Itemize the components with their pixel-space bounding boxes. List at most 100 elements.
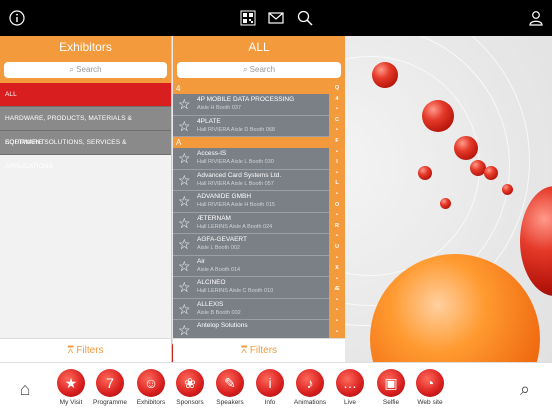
favorite-star-icon[interactable]: ☆ [178,119,192,133]
tab-label: Sponsors [176,399,204,406]
search-input[interactable]: ⌕ Search [4,62,167,78]
person-icon: ☺ [137,369,165,397]
favorite-star-icon[interactable]: ☆ [178,280,192,294]
search-bar: ⌕ Search [173,59,345,83]
home-icon: ⌂ [19,379,31,399]
favorite-star-icon[interactable]: ☆ [178,259,192,273]
index-letter[interactable]: L [329,178,345,189]
index-letter[interactable]: Æ [329,284,345,295]
list-item[interactable]: ☆ Air Aisle A Booth 014 [173,255,329,277]
favorite-star-icon[interactable]: ☆ [178,323,192,337]
favorite-star-icon[interactable]: ☆ [178,151,192,165]
index-dot[interactable]: • [329,147,345,158]
favorite-star-icon[interactable]: ☆ [178,216,192,230]
index-dot[interactable]: • [329,125,345,136]
index-dot[interactable]: • [329,305,345,316]
favorite-star-icon[interactable]: ☆ [178,237,192,251]
info-icon[interactable] [9,10,25,26]
mail-icon[interactable] [268,10,284,26]
tab-my-visit[interactable]: ★ My Visit [51,369,91,413]
index-dot[interactable]: • [329,253,345,264]
favorite-star-icon[interactable]: ☆ [178,302,192,316]
index-letter[interactable]: U [329,242,345,253]
exhibitor-list[interactable]: 4 ☆ 4P MOBILE DATA PROCESSING Aisle H Booth… [173,83,329,338]
pane-title: ALL [173,36,345,59]
exhibitor-name: 4P MOBILE DATA PROCESSING [197,96,295,103]
index-dot[interactable]: • [329,274,345,285]
index-letter[interactable]: O [329,200,345,211]
tab-live[interactable]: … Live [330,369,370,413]
exhibitor-name: ÆTERNAM [197,214,231,222]
filter-icon: ⩞ [240,345,248,356]
index-dot[interactable]: • [329,316,345,327]
tab-selfie[interactable]: ▣ Selfie [371,369,411,413]
tab-home[interactable]: ⌂ [5,369,45,413]
favorite-star-icon[interactable]: ☆ [178,97,192,111]
search-icon[interactable] [297,10,313,26]
exhibitor-name: Air [197,257,205,265]
category-item[interactable]: ALL [0,83,171,107]
index-letter[interactable]: F [329,136,345,147]
list-item[interactable]: ☆ Antelop Solutions [173,320,329,338]
list-item[interactable]: ☆ 4P MOBILE DATA PROCESSING Aisle H Booth … [173,94,329,116]
tab-info[interactable]: i Info [250,369,290,413]
filters-button[interactable]: ⩞ Filters [0,338,171,362]
tab-label: Programme [93,399,127,406]
tab-exhibitors[interactable]: ☺ Exhibitors [131,369,171,413]
section-header: 4 [173,83,329,94]
list-item[interactable]: ☆ AGFA-GEVAERT Aisle L Booth 002 [173,234,329,256]
tab-speakers[interactable]: ✎ Speakers [210,369,250,413]
index-dot[interactable]: • [329,327,345,338]
user-icon[interactable] [528,10,544,26]
index-letter[interactable]: C [329,115,345,126]
index-dot[interactable]: • [329,189,345,200]
exhibitor-location: Aisle A Booth 014 [197,266,241,273]
list-item[interactable]: ☆ Advanced Card Systems Ltd. Hall RIVIERA … [173,169,329,191]
list-item[interactable]: ☆ ÆTERNAM Hall LERINS Aisle A Booth 024 [173,212,329,234]
index-letter[interactable]: R [329,221,345,232]
qr-code-icon[interactable] [240,10,256,26]
exhibitor-location: Aisle H Booth 037 [197,105,242,111]
list-item[interactable]: ☆ ADVANIDE GMBH Hall RIVIERA Aisle H Booth… [173,191,329,213]
list-item[interactable]: ☆ ALCINEO Hall LERINS Aisle C Booth 010 [173,277,329,299]
tab-animations[interactable]: ♪ Animations [290,369,330,413]
index-letter[interactable]: 4 [329,94,345,105]
index-dot[interactable]: • [329,104,345,115]
exhibitor-name: ALCINEO [197,279,226,286]
exhibitor-location: Aisle B Booth 002 [197,309,241,316]
exhibitor-name: Antelop Solutions [197,322,248,329]
tab-web-site[interactable]: ◔ Web site [410,369,450,413]
tab-label: Speakers [216,399,244,406]
tab-label: My Visit [59,399,83,406]
list-item[interactable]: ☆ ALLEXIS Aisle B Booth 002 [173,298,329,320]
tab-label: Exhibitors [136,399,166,406]
favorite-star-icon[interactable]: ☆ [178,194,192,208]
exhibitor-location: Hall LERINS Aisle C Booth 010 [197,288,274,294]
index-letter[interactable]: Q [329,83,345,94]
tab-sponsors[interactable]: ❀ Sponsors [170,369,210,413]
exhibitor-location: Hall RIVIERA Aisle L Booth 057 [197,180,274,187]
alphabet-index[interactable]: Q 4 • C • F • I • L • O • R • U • X • Æ • • • • [329,83,345,338]
list-item[interactable]: ☆ 4PLATE Hall RIVIERA Aisle D Booth 068 [173,115,329,137]
list-item[interactable]: ☆ Access-IS Hall RIVIERA Aisle L Booth 030 [173,148,329,170]
info-icon: i [256,369,284,397]
index-dot[interactable]: • [329,295,345,306]
index-dot[interactable]: • [329,168,345,179]
tab-search[interactable]: ⌕ [505,369,545,413]
search-placeholder: Search [76,65,102,74]
tab-programme[interactable]: 7 Programme [90,369,130,413]
index-letter[interactable]: I [329,157,345,168]
favorite-star-icon[interactable]: ☆ [178,173,192,187]
top-bar [0,0,552,36]
filters-button[interactable]: ⩞ Filters [173,338,345,362]
tab-label: Live [344,399,356,406]
category-item[interactable]: HARDWARE, PRODUCTS, MATERIALS & EQUIPMEN… [0,107,171,146]
exhibitor-name: Access-IS [197,150,227,157]
category-item[interactable]: SOFTWARE SOLUTIONS, SERVICES & APPLICATI… [0,131,171,170]
index-dot[interactable]: • [329,210,345,221]
search-input[interactable]: ⌕ Search [177,62,341,78]
search-icon: ⌕ [242,65,248,74]
exhibitor-location: Aisle L Booth 002 [197,245,240,251]
index-dot[interactable]: • [329,231,345,242]
index-letter[interactable]: X [329,263,345,274]
